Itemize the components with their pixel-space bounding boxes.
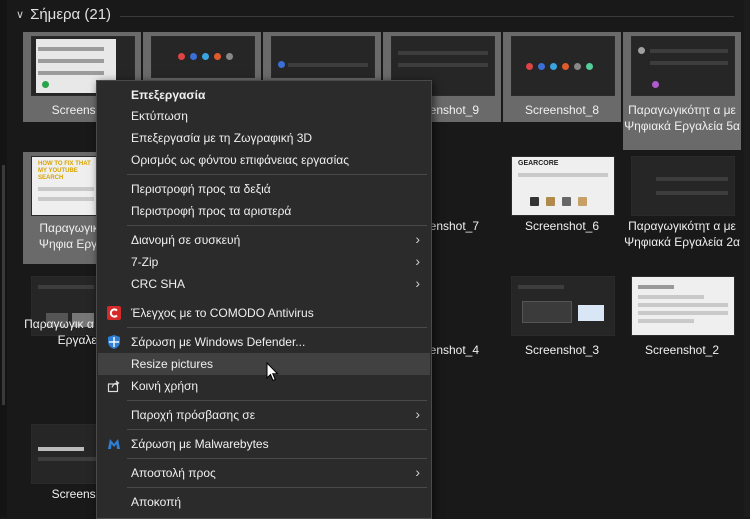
menu-item-crc-sha[interactable]: CRC SHA › <box>98 273 430 295</box>
menu-item-7zip[interactable]: 7-Zip › <box>98 251 430 273</box>
context-menu: Επεξεργασία Εκτύπωση Επεξεργασία με τη Ζ… <box>96 80 432 519</box>
menu-item-print[interactable]: Εκτύπωση <box>98 105 430 127</box>
menu-item-send-to[interactable]: Αποστολή προς › <box>98 462 430 484</box>
share-icon <box>107 379 121 393</box>
menu-item-label: Σάρωση με Windows Defender... <box>131 335 306 349</box>
menu-item-label: Αποκοπή <box>131 495 182 509</box>
menu-item-label: Διανομή σε συσκευή <box>131 233 241 247</box>
menu-separator <box>127 225 427 226</box>
chevron-right-icon: › <box>415 275 420 291</box>
menu-item-cut[interactable]: Αποκοπή <box>98 491 430 513</box>
menu-item-edit-paint3d[interactable]: Επεξεργασία με τη Ζωγραφική 3D <box>98 127 430 149</box>
file-tile[interactable]: Screenshot_2 <box>623 272 741 362</box>
windows-defender-icon <box>107 335 121 349</box>
file-tile[interactable]: Screenshot_8 <box>503 32 621 122</box>
menu-separator <box>127 458 427 459</box>
chevron-right-icon: › <box>415 406 420 422</box>
menu-item-defender-scan[interactable]: Σάρωση με Windows Defender... <box>98 331 430 353</box>
menu-separator <box>127 174 427 175</box>
mouse-pointer-icon <box>266 361 280 385</box>
menu-item-label: Επεξεργασία με τη Ζωγραφική 3D <box>131 131 313 145</box>
menu-item-label: 7-Zip <box>131 255 159 269</box>
menu-item-cast[interactable]: Διανομή σε συσκευή › <box>98 229 430 251</box>
menu-separator <box>127 400 427 401</box>
file-thumbnail <box>511 276 615 336</box>
group-divider <box>120 16 734 17</box>
menu-item-label: Περιστροφή προς τα δεξιά <box>131 182 271 196</box>
file-thumbnail <box>511 36 615 96</box>
menu-item-give-access[interactable]: Παροχή πρόσβασης σε › <box>98 404 430 426</box>
file-thumbnail <box>631 36 735 96</box>
menu-item-label: Ορισμός ως φόντου επιφάνειας εργασίας <box>131 153 350 167</box>
file-thumbnail <box>631 276 735 336</box>
menu-item-malwarebytes-scan[interactable]: Σάρωση με Malwarebytes <box>98 433 430 455</box>
menu-separator <box>127 487 427 488</box>
group-header[interactable]: ∨ Σήμερα (21) <box>16 6 111 23</box>
file-tile[interactable]: Παραγωγικότητ α με Ψηφιακά Εργαλεία 2α <box>623 152 741 264</box>
file-name: Παραγωγικότητ α με Ψηφιακά Εργαλεία 5α <box>624 103 740 133</box>
left-scroll-strip <box>0 0 7 517</box>
file-name: Screenshot_8 <box>524 103 600 117</box>
menu-separator <box>127 429 427 430</box>
menu-item-label: Resize pictures <box>131 357 214 371</box>
group-title: Σήμερα (21) <box>30 6 112 23</box>
menu-item-label: Επεξεργασία <box>131 88 206 102</box>
chevron-right-icon: › <box>415 231 420 247</box>
file-name: Screenshot_2 <box>644 343 720 357</box>
file-thumbnail <box>271 36 375 78</box>
menu-item-comodo-scan[interactable]: Έλεγχος με το COMODO Antivirus <box>98 302 430 324</box>
menu-item-edit[interactable]: Επεξεργασία <box>98 84 430 106</box>
file-tile[interactable]: Screenshot_3 <box>503 272 621 362</box>
menu-item-label: Εκτύπωση <box>131 109 188 123</box>
menu-separator <box>127 327 427 328</box>
file-thumbnail <box>151 36 255 78</box>
chevron-down-icon[interactable]: ∨ <box>16 8 24 21</box>
chevron-right-icon: › <box>415 253 420 269</box>
menu-item-rotate-left[interactable]: Περιστροφή προς τα αριστερά <box>98 200 430 222</box>
menu-item-label: Σάρωση με Malwarebytes <box>131 437 269 451</box>
malwarebytes-icon <box>107 437 121 451</box>
menu-item-label: Αποστολή προς <box>131 466 216 480</box>
menu-item-label: Έλεγχος με το COMODO Antivirus <box>131 306 314 320</box>
file-thumbnail <box>631 156 735 216</box>
chevron-right-icon: › <box>415 464 420 480</box>
file-thumbnail: GEARCORE <box>511 156 615 216</box>
file-tile[interactable]: GEARCORE Screenshot_6 <box>503 152 621 242</box>
menu-item-label: Περιστροφή προς τα αριστερά <box>131 204 292 218</box>
menu-item-share[interactable]: Κοινή χρήση <box>98 375 430 397</box>
menu-item-label: CRC SHA <box>131 277 186 291</box>
file-name: Παραγωγικότητ α με Ψηφιακά Εργαλεία 2α <box>624 219 740 249</box>
comodo-icon <box>107 306 121 320</box>
file-tile[interactable] <box>143 32 261 80</box>
left-scroll-thumb[interactable] <box>2 165 5 405</box>
menu-item-label: Παροχή πρόσβασης σε <box>131 408 256 422</box>
menu-item-resize-pictures[interactable]: Resize pictures <box>98 353 430 375</box>
file-name: Screenshot_6 <box>524 219 600 233</box>
file-tile[interactable]: Παραγωγικότητ α με Ψηφιακά Εργαλεία 5α <box>623 32 741 150</box>
right-scrollbar[interactable] <box>744 0 750 517</box>
thumbnail-logo-text: GEARCORE <box>518 160 559 167</box>
menu-item-set-wallpaper[interactable]: Ορισμός ως φόντου επιφάνειας εργασίας <box>98 149 430 171</box>
menu-item-rotate-right[interactable]: Περιστροφή προς τα δεξιά <box>98 178 430 200</box>
menu-item-label: Κοινή χρήση <box>131 379 199 393</box>
file-name: Screenshot_3 <box>524 343 600 357</box>
file-tile[interactable] <box>263 32 381 80</box>
thumbnail-headline: HOW TO FIX THAT MY YOUTUBE SEARCH <box>38 161 91 181</box>
